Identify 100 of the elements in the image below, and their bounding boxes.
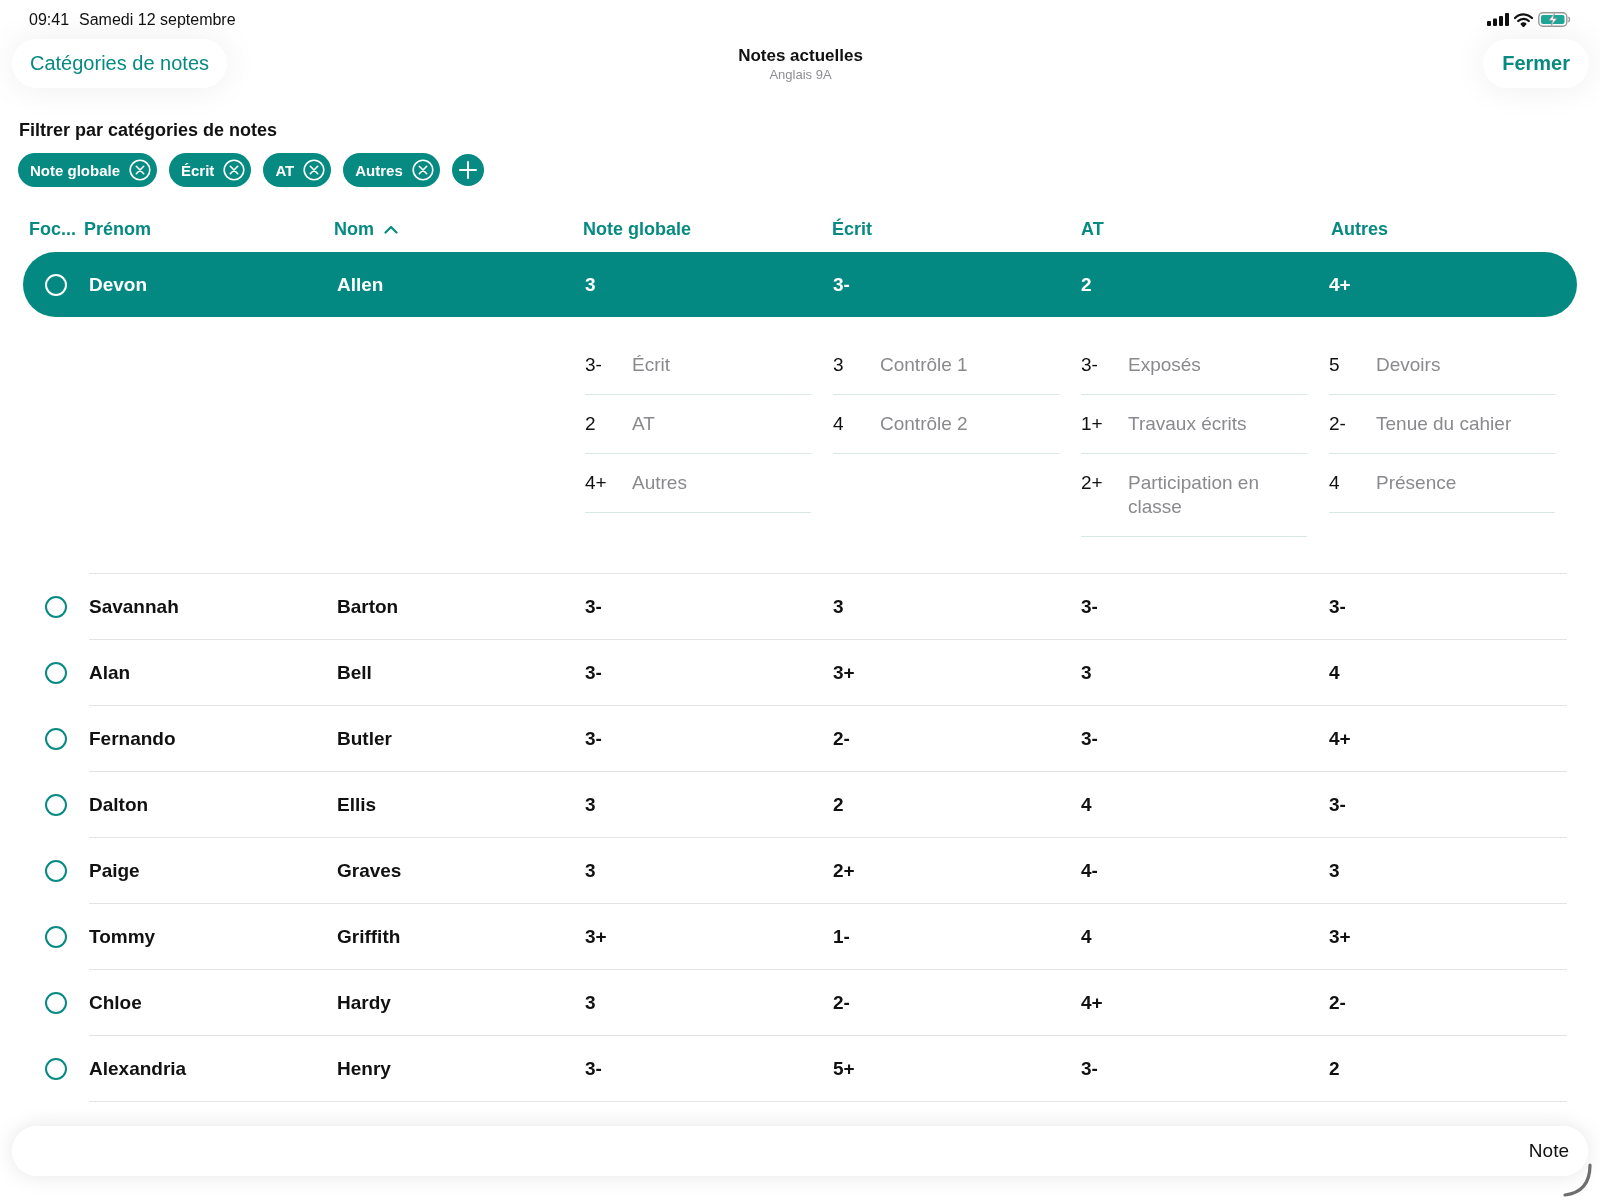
grade-cell: 3- <box>585 661 602 684</box>
detail-grade: 4 <box>833 412 844 436</box>
detail-label: Contrôle 1 <box>880 353 968 377</box>
last-name-cell: Henry <box>337 1057 391 1080</box>
battery-icon <box>1538 12 1571 27</box>
radio-icon[interactable] <box>45 661 67 684</box>
filter-chip[interactable]: Autres <box>343 153 440 187</box>
detail-label: Participation en classe <box>1128 471 1260 519</box>
remove-icon[interactable] <box>223 159 246 181</box>
last-name-cell: Griffith <box>337 925 401 948</box>
grade-cell: 3- <box>833 273 850 296</box>
grade-cell: 3- <box>1081 595 1098 618</box>
grade-cell: 4 <box>1329 661 1340 684</box>
arc-icon <box>1563 1163 1593 1197</box>
column-header[interactable]: Autres <box>1331 218 1388 240</box>
first-name-cell: Fernando <box>89 727 176 750</box>
remove-icon[interactable] <box>129 159 151 181</box>
filter-chip[interactable]: Écrit <box>169 153 252 187</box>
detail-grade: 4+ <box>585 471 607 495</box>
close-button[interactable]: Fermer <box>1483 39 1589 88</box>
grade-cell: 4+ <box>1329 273 1351 296</box>
radio-icon[interactable] <box>45 793 67 816</box>
grade-cell: 2 <box>833 793 844 816</box>
radio-icon[interactable] <box>45 925 67 948</box>
first-name-cell: Tommy <box>89 925 156 948</box>
radio-icon[interactable] <box>45 1057 67 1080</box>
grade-cell: 2- <box>833 991 850 1014</box>
grade-cell: 3+ <box>833 661 855 684</box>
note-label[interactable]: Note <box>1528 1140 1569 1162</box>
radio-icon[interactable] <box>45 727 67 750</box>
add-button[interactable] <box>451 154 484 186</box>
grade-cell: 4+ <box>1081 991 1103 1014</box>
radio-icon[interactable] <box>45 595 67 618</box>
table-row[interactable]: Devon Allen 3 3- 2 4+ <box>23 252 1577 317</box>
grade-cell: 2- <box>1329 991 1346 1014</box>
column-header[interactable]: AT <box>1081 218 1104 240</box>
detail-label: Exposés <box>1128 353 1201 377</box>
filter-chip[interactable]: AT <box>263 153 332 187</box>
detail-grade: 2 <box>585 412 596 436</box>
table-row[interactable]: Tommy Griffith 3+ 1- 4 3+ <box>23 904 1577 970</box>
last-name-cell: Allen <box>337 273 384 296</box>
radio-icon[interactable] <box>45 991 67 1014</box>
grade-cell: 3- <box>585 595 602 618</box>
grade-cell: 3+ <box>1329 925 1351 948</box>
grade-cell: 2- <box>833 727 850 750</box>
detail-label: AT <box>632 412 655 436</box>
table-row[interactable]: Alan Bell 3- 3+ 3 4 <box>23 640 1577 706</box>
grade-cell: 3 <box>1329 859 1340 882</box>
grade-cell: 2+ <box>833 859 855 882</box>
categories-button[interactable]: Catégories de notes <box>12 39 227 88</box>
grade-cell: 3- <box>585 1057 602 1080</box>
grade-cell: 4- <box>1081 859 1098 882</box>
detail-grade: 3- <box>1081 353 1098 377</box>
plus-icon <box>458 161 477 179</box>
grade-cell: 3 <box>585 859 596 882</box>
grade-cell: 3- <box>1081 1057 1098 1080</box>
first-name-cell: Alexandria <box>89 1057 187 1080</box>
column-header[interactable]: Note globale <box>583 218 691 240</box>
filter-chip[interactable]: Note globale <box>18 153 157 187</box>
detail-grade: 1+ <box>1081 412 1103 436</box>
table-row[interactable]: Chloe Hardy 3 2- 4+ 2- <box>23 970 1577 1036</box>
remove-icon[interactable] <box>303 159 326 181</box>
table-row[interactable]: Fernando Butler 3- 2- 3- 4+ <box>23 706 1577 772</box>
detail-label: Présence <box>1376 471 1457 495</box>
detail-label: Devoirs <box>1376 353 1441 377</box>
detail-label: Travaux écrits <box>1128 412 1247 436</box>
grade-cell: 2 <box>1329 1057 1340 1080</box>
last-name-cell: Butler <box>337 727 392 750</box>
grade-cell: 3- <box>1081 727 1098 750</box>
last-name-cell: Ellis <box>337 793 377 816</box>
detail-label: Autres <box>632 471 687 495</box>
radio-icon[interactable] <box>45 859 67 882</box>
table-row[interactable]: Alexandria Henry 3- 5+ 3- 2 <box>23 1036 1577 1102</box>
table-row[interactable]: Paige Graves 3 2+ 4- 3 <box>23 838 1577 904</box>
detail-grade: 3- <box>585 353 602 377</box>
detail-grade: 5 <box>1329 353 1340 377</box>
detail-grade: 2- <box>1329 412 1346 436</box>
grade-cell: 3 <box>585 273 596 296</box>
detail-grade: 2+ <box>1081 471 1103 495</box>
first-name-cell: Chloe <box>89 991 142 1014</box>
grade-cell: 3- <box>1329 793 1346 816</box>
column-header[interactable]: Écrit <box>832 218 873 240</box>
remove-icon[interactable] <box>411 159 434 181</box>
column-header[interactable]: Prénom <box>84 218 152 240</box>
grade-cell: 3 <box>585 991 596 1014</box>
last-name-cell: Hardy <box>337 991 391 1014</box>
signal-icon <box>1487 13 1509 26</box>
grade-cell: 4 <box>1081 925 1092 948</box>
column-header[interactable]: Nom <box>334 218 398 240</box>
first-name-cell: Devon <box>89 273 148 296</box>
table-row[interactable]: Savannah Barton 3- 3 3- 3- <box>23 574 1577 640</box>
grade-cell: 5+ <box>833 1057 855 1080</box>
screen-subtitle: Anglais 9A <box>769 66 832 83</box>
status-time: 09:41 <box>29 10 70 29</box>
table-row[interactable]: Dalton Ellis 3 2 4 3- <box>23 772 1577 838</box>
column-header[interactable]: Foc... <box>29 218 76 240</box>
status-date: Samedi 12 septembre <box>79 10 236 29</box>
grade-cell: 3- <box>1329 595 1346 618</box>
screen-title: Notes actuelles <box>738 46 863 66</box>
detail-grade: 4 <box>1329 471 1340 495</box>
